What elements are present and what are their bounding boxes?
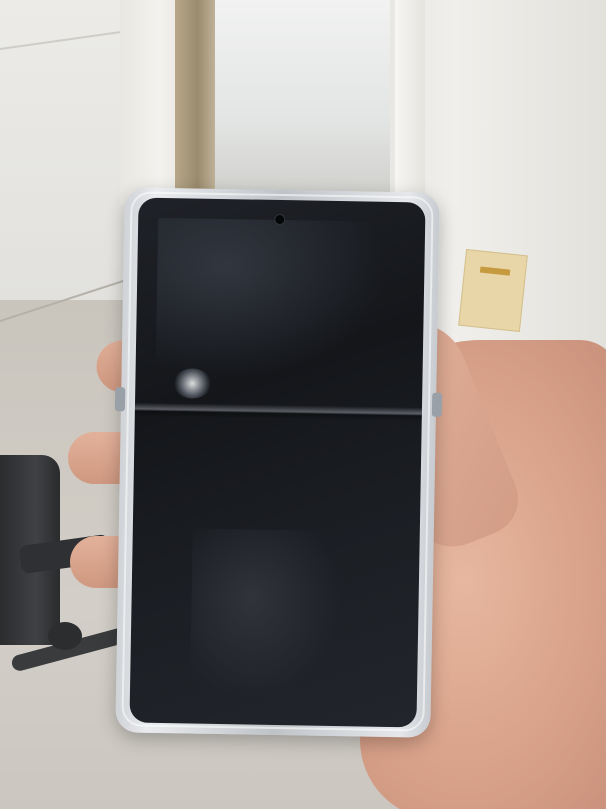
phone-screen-off	[129, 197, 426, 728]
wooden-door-edge	[175, 0, 220, 200]
screen-glare-bottom	[189, 528, 343, 702]
office-chair-wheel	[48, 622, 82, 650]
screen-glare-top	[155, 217, 389, 382]
fold-crease	[134, 402, 422, 422]
ceiling-light-reflection	[173, 368, 212, 399]
sticker-mark	[475, 266, 511, 316]
photo-scene	[0, 0, 606, 809]
foldable-phone	[114, 187, 443, 738]
hinge-right	[431, 392, 443, 417]
hinge-left	[114, 387, 126, 412]
